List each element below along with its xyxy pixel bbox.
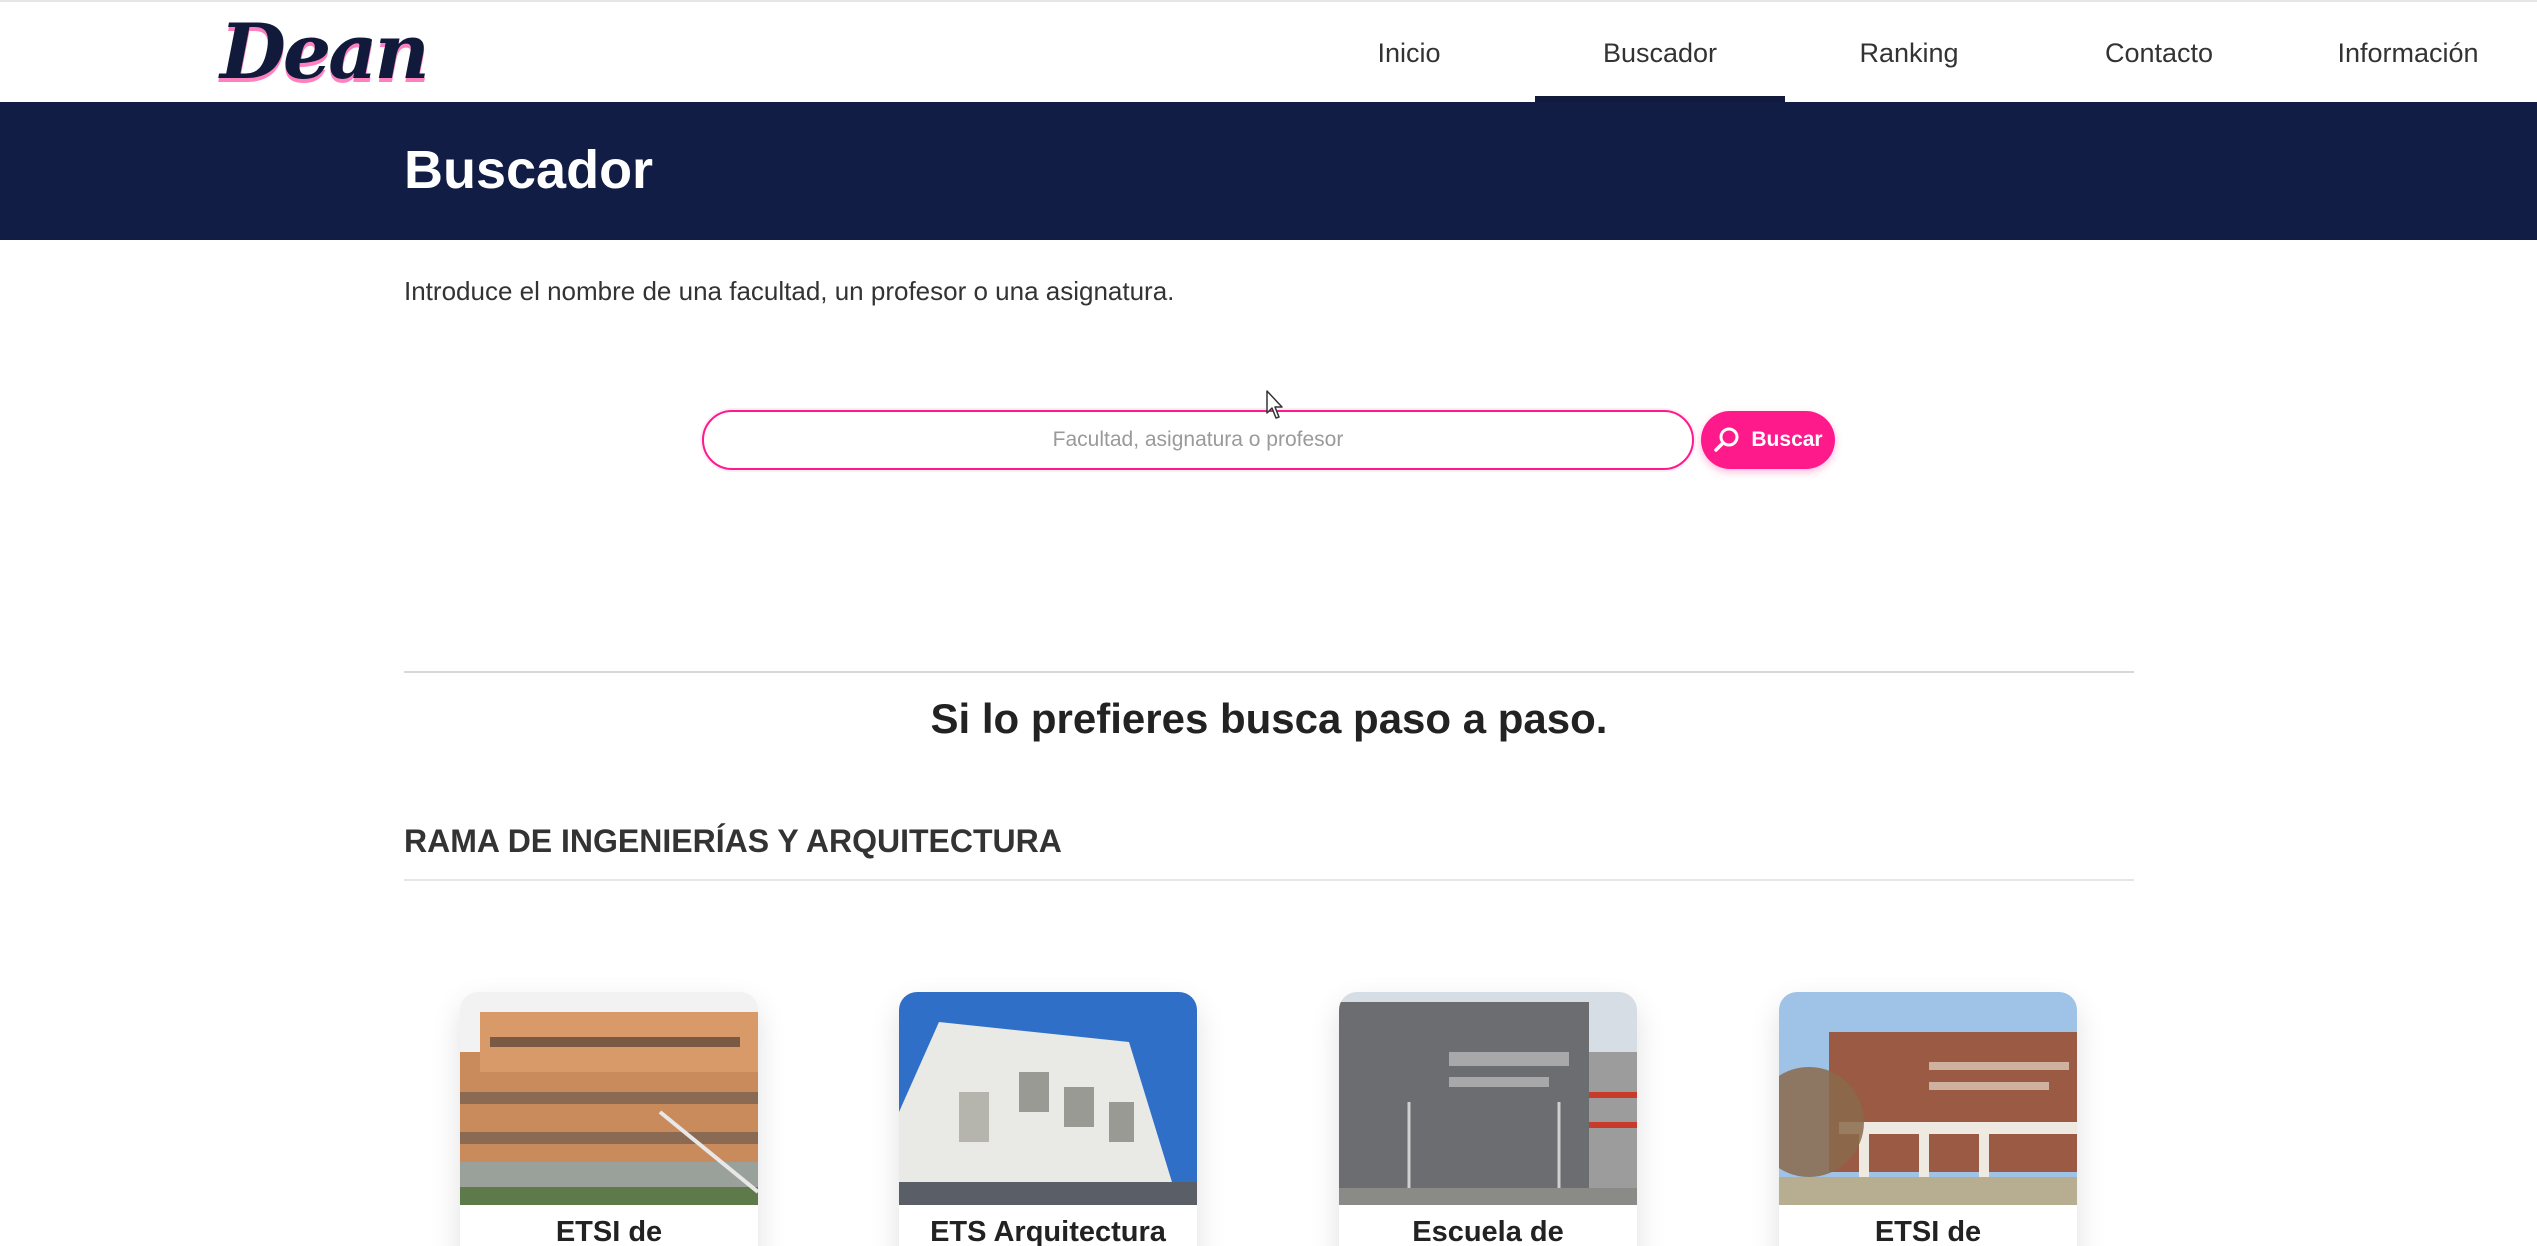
faculty-card-image bbox=[1779, 992, 2077, 1205]
section-divider bbox=[404, 671, 2134, 673]
faculty-card[interactable]: ETSI de bbox=[1779, 992, 2077, 1246]
nav-item-ranking[interactable]: Ranking bbox=[1784, 2, 2034, 104]
faculty-card-image bbox=[1339, 992, 1637, 1205]
faculty-card-label: Escuela de bbox=[1412, 1216, 1564, 1246]
top-navigation-bar: Dean Dean Inicio Buscador Ranking Contac… bbox=[0, 0, 2537, 104]
page-title: Buscador bbox=[404, 140, 654, 200]
branch-heading: RAMA DE INGENIERÍAS Y ARQUITECTURA bbox=[404, 823, 1062, 859]
page-banner: Buscador bbox=[0, 102, 2537, 240]
logo-text: Dean bbox=[220, 7, 430, 96]
faculty-card[interactable]: ETS Arquitectura bbox=[899, 992, 1197, 1246]
faculty-card-label: ETSI de bbox=[555, 1216, 663, 1246]
faculty-card[interactable]: ETSI de bbox=[460, 992, 758, 1246]
nav-item-contacto[interactable]: Contacto bbox=[2034, 2, 2284, 104]
dean-logo[interactable]: Dean Dean bbox=[220, 12, 430, 96]
search-intro-text: Introduce el nombre de una facultad, un … bbox=[404, 276, 1175, 306]
nav-item-informacion[interactable]: Información bbox=[2283, 2, 2533, 104]
faculty-card-label: ETSI de bbox=[1874, 1216, 1982, 1246]
nav-item-buscador[interactable]: Buscador bbox=[1535, 2, 1785, 104]
search-input[interactable] bbox=[702, 410, 1694, 470]
nav-item-inicio[interactable]: Inicio bbox=[1284, 2, 1534, 104]
faculty-card-image bbox=[899, 992, 1197, 1205]
search-button-label: Buscar bbox=[1751, 428, 1823, 451]
branch-divider bbox=[404, 879, 2134, 881]
faculty-card-image bbox=[460, 992, 758, 1205]
search-icon bbox=[1714, 427, 1739, 452]
faculty-card[interactable]: Escuela de bbox=[1339, 992, 1637, 1246]
search-button[interactable]: Buscar bbox=[1701, 411, 1835, 469]
mouse-cursor-icon bbox=[1266, 390, 1283, 419]
step-by-step-title: Si lo prefieres busca paso a paso. bbox=[930, 695, 1608, 742]
faculty-card-label: ETS Arquitectura bbox=[930, 1216, 1166, 1246]
